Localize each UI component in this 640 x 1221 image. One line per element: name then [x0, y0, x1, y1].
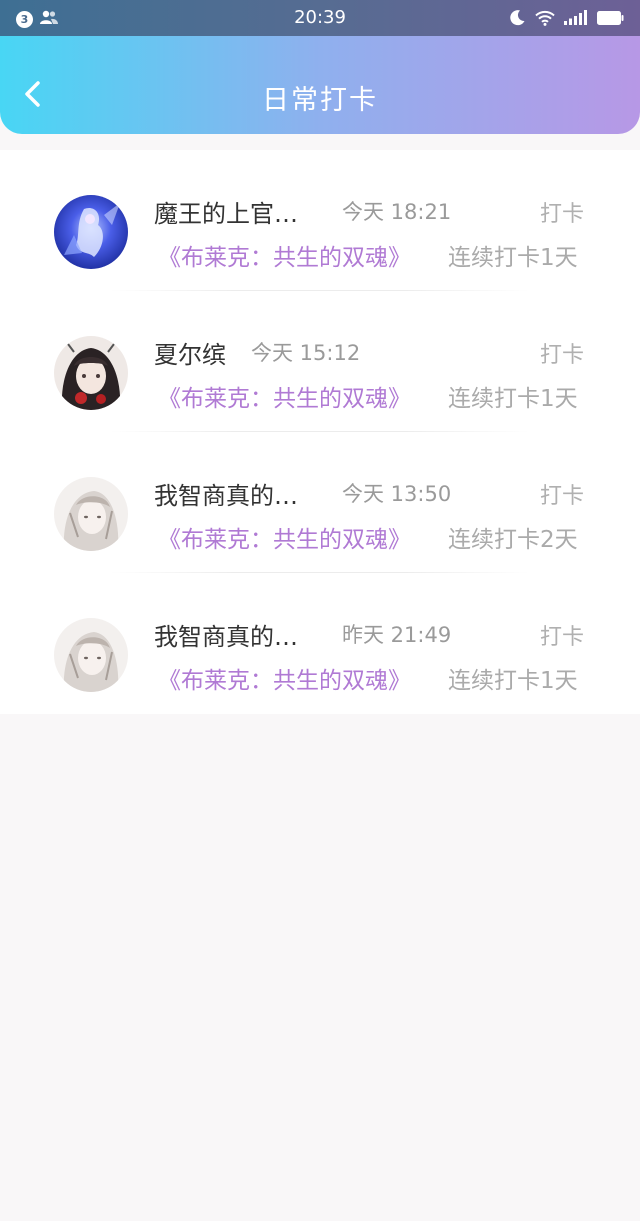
checkin-button[interactable]: 打卡	[540, 478, 584, 510]
book-title-link[interactable]: 《布莱克：共生的双魂》	[158, 661, 411, 695]
user-name: 我智商真的…	[154, 482, 298, 510]
moon-icon	[509, 9, 526, 30]
checkin-row[interactable]: 我智商真的… 今天 13:50 打卡 《布莱克：共生的双魂》 连续打卡2天	[0, 432, 640, 573]
checkin-list: 魔王的上官… 今天 18:21 打卡 《布莱克：共生的双魂》 连续打卡1天 夏尔…	[0, 150, 640, 714]
streak-text: 连续打卡2天	[448, 527, 578, 553]
checkin-button[interactable]: 打卡	[540, 619, 584, 651]
checkin-time: 今天 18:21	[342, 200, 452, 224]
streak-text: 连续打卡1天	[448, 245, 578, 271]
user-name: 魔王的上官…	[154, 200, 298, 228]
status-bar: 3 20:39	[0, 0, 640, 36]
avatar[interactable]	[54, 618, 128, 692]
checkin-row[interactable]: 我智商真的… 昨天 21:49 打卡 《布莱克：共生的双魂》 连续打卡1天	[0, 573, 640, 714]
wifi-icon	[535, 10, 555, 30]
avatar[interactable]	[54, 477, 128, 551]
book-title-link[interactable]: 《布莱克：共生的双魂》	[158, 238, 411, 272]
avatar[interactable]	[54, 336, 128, 410]
checkin-button[interactable]: 打卡	[540, 196, 584, 228]
signal-icon	[564, 10, 588, 29]
checkin-time: 昨天 21:49	[342, 623, 452, 647]
page-title: 日常打卡	[262, 85, 378, 116]
battery-icon	[597, 10, 624, 29]
checkin-time: 今天 15:12	[251, 341, 361, 365]
page-header: 日常打卡	[0, 36, 640, 134]
avatar[interactable]	[54, 195, 128, 269]
book-title-link[interactable]: 《布莱克：共生的双魂》	[158, 379, 411, 413]
checkin-row[interactable]: 夏尔缤 今天 15:12 打卡 《布莱克：共生的双魂》 连续打卡1天	[0, 291, 640, 432]
user-name: 我智商真的…	[154, 623, 298, 651]
checkin-button[interactable]: 打卡	[540, 337, 584, 369]
checkin-row[interactable]: 魔王的上官… 今天 18:21 打卡 《布莱克：共生的双魂》 连续打卡1天	[0, 150, 640, 291]
status-right	[509, 9, 624, 30]
streak-text: 连续打卡1天	[448, 668, 578, 694]
user-name: 夏尔缤	[154, 341, 226, 369]
checkin-time: 今天 13:50	[342, 482, 452, 506]
book-title-link[interactable]: 《布莱克：共生的双魂》	[158, 520, 411, 554]
streak-text: 连续打卡1天	[448, 386, 578, 412]
